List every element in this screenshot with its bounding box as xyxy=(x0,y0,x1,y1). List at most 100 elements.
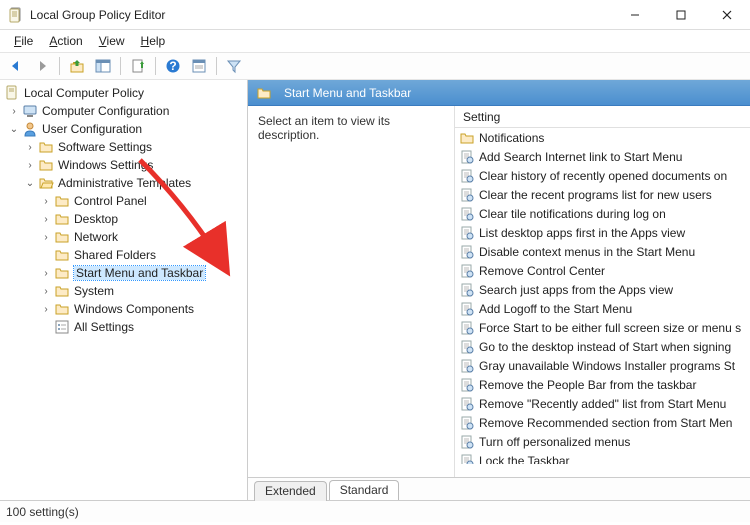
folder-icon xyxy=(54,211,70,227)
properties-button[interactable] xyxy=(187,55,211,77)
statusbar: 100 setting(s) xyxy=(0,500,750,522)
chevron-right-icon[interactable]: › xyxy=(40,195,52,207)
list-item-label: List desktop apps first in the Apps view xyxy=(479,226,685,240)
list-item[interactable]: Add Logoff to the Start Menu xyxy=(455,299,750,318)
list-item[interactable]: Gray unavailable Windows Installer progr… xyxy=(455,356,750,375)
minimize-button[interactable] xyxy=(612,0,658,30)
computer-icon xyxy=(22,103,38,119)
list-item[interactable]: Lock the Taskbar xyxy=(455,451,750,464)
tree-all-settings[interactable]: ›All Settings xyxy=(4,318,247,336)
tree-administrative-templates[interactable]: ⌄ Administrative Templates xyxy=(4,174,247,192)
list-item[interactable]: Search just apps from the Apps view xyxy=(455,280,750,299)
list-item-label: Remove Control Center xyxy=(479,264,605,278)
chevron-down-icon[interactable]: ⌄ xyxy=(24,177,36,189)
chevron-right-icon[interactable]: › xyxy=(40,231,52,243)
list-item[interactable]: Remove "Recently added" list from Start … xyxy=(455,394,750,413)
tree-control-panel[interactable]: ›Control Panel xyxy=(4,192,247,210)
tree-label: Network xyxy=(74,230,118,244)
list-item[interactable]: Clear tile notifications during log on xyxy=(455,204,750,223)
tree-label: Local Computer Policy xyxy=(24,86,144,100)
policy-setting-icon xyxy=(459,301,475,317)
tree-start-menu-and-taskbar[interactable]: ›Start Menu and Taskbar xyxy=(4,264,247,282)
tree-windows-settings[interactable]: › Windows Settings xyxy=(4,156,247,174)
maximize-button[interactable] xyxy=(658,0,704,30)
list-item-label: Search just apps from the Apps view xyxy=(479,283,673,297)
list-item[interactable]: Clear the recent programs list for new u… xyxy=(455,185,750,204)
export-list-button[interactable] xyxy=(126,55,150,77)
folder-icon xyxy=(54,301,70,317)
tree-network[interactable]: › Network xyxy=(4,228,247,246)
chevron-right-icon[interactable]: › xyxy=(24,159,36,171)
list-item-label: Notifications xyxy=(479,131,544,145)
settings-list-icon xyxy=(54,319,70,335)
list-item-label: Turn off personalized menus xyxy=(479,435,630,449)
list-item-label: Disable context menus in the Start Menu xyxy=(479,245,695,259)
filter-button[interactable] xyxy=(222,55,246,77)
titlebar: Local Group Policy Editor xyxy=(0,0,750,30)
policy-setting-icon xyxy=(459,187,475,203)
list-item[interactable]: Remove Recommended section from Start Me… xyxy=(455,413,750,432)
list-item[interactable]: Go to the desktop instead of Start when … xyxy=(455,337,750,356)
policy-setting-icon xyxy=(459,415,475,431)
list-item[interactable]: Notifications xyxy=(455,128,750,147)
list-item-label: Add Logoff to the Start Menu xyxy=(479,302,632,316)
menu-action[interactable]: Action xyxy=(41,32,90,50)
policy-setting-icon xyxy=(459,396,475,412)
tree-windows-components[interactable]: › Windows Components xyxy=(4,300,247,318)
show-hide-tree-button[interactable] xyxy=(91,55,115,77)
menu-view[interactable]: View xyxy=(91,32,133,50)
chevron-right-icon[interactable]: › xyxy=(40,213,52,225)
list-item[interactable]: Remove the People Bar from the taskbar xyxy=(455,375,750,394)
policy-setting-icon xyxy=(459,377,475,393)
tree-shared-folders[interactable]: ›Shared Folders xyxy=(4,246,247,264)
list-item-label: Remove the People Bar from the taskbar xyxy=(479,378,696,392)
column-header-setting[interactable]: Setting xyxy=(455,106,750,128)
user-icon xyxy=(22,121,38,137)
chevron-right-icon[interactable]: › xyxy=(8,105,20,117)
tree-user-configuration[interactable]: ⌄ User Configuration xyxy=(4,120,247,138)
help-button[interactable]: ? xyxy=(161,55,185,77)
tree-label: Windows Components xyxy=(74,302,194,316)
chevron-right-icon[interactable]: › xyxy=(40,267,52,279)
policy-setting-icon xyxy=(459,320,475,336)
tree-system[interactable]: › System xyxy=(4,282,247,300)
tree-label: Administrative Templates xyxy=(58,176,191,190)
tree-desktop[interactable]: › Desktop xyxy=(4,210,247,228)
toolbar-separator xyxy=(59,57,60,75)
tab-extended[interactable]: Extended xyxy=(254,481,327,501)
policy-setting-icon xyxy=(459,225,475,241)
tree-label: Desktop xyxy=(74,212,118,226)
tree-label: Software Settings xyxy=(58,140,152,154)
list-item[interactable]: Add Search Internet link to Start Menu xyxy=(455,147,750,166)
policy-setting-icon xyxy=(459,358,475,374)
menu-file[interactable]: File xyxy=(6,32,41,50)
chevron-down-icon[interactable]: ⌄ xyxy=(8,123,20,135)
menu-help[interactable]: Help xyxy=(133,32,174,50)
tree-computer-configuration[interactable]: › Computer Configuration xyxy=(4,102,247,120)
list-item[interactable]: Force Start to be either full screen siz… xyxy=(455,318,750,337)
list-item[interactable]: Turn off personalized menus xyxy=(455,432,750,451)
list-item-label: Clear the recent programs list for new u… xyxy=(479,188,712,202)
content-pane: Start Menu and Taskbar Select an item to… xyxy=(248,80,750,500)
close-button[interactable] xyxy=(704,0,750,30)
list-item-label: Force Start to be either full screen siz… xyxy=(479,321,741,335)
list-item[interactable]: Disable context menus in the Start Menu xyxy=(455,242,750,261)
forward-button[interactable] xyxy=(30,55,54,77)
folder-icon xyxy=(54,247,70,263)
tree-label: Windows Settings xyxy=(58,158,153,172)
list-item[interactable]: List desktop apps first in the Apps view xyxy=(455,223,750,242)
list-item[interactable]: Clear history of recently opened documen… xyxy=(455,166,750,185)
chevron-right-icon[interactable]: › xyxy=(24,141,36,153)
list-item-label: Go to the desktop instead of Start when … xyxy=(479,340,731,354)
chevron-right-icon[interactable]: › xyxy=(40,303,52,315)
tree-root-local-computer-policy[interactable]: Local Computer Policy xyxy=(4,84,247,102)
tree-label: System xyxy=(74,284,114,298)
back-button[interactable] xyxy=(4,55,28,77)
folder-icon xyxy=(54,283,70,299)
list-item[interactable]: Remove Control Center xyxy=(455,261,750,280)
up-button[interactable] xyxy=(65,55,89,77)
content-header: Start Menu and Taskbar xyxy=(248,80,750,106)
tab-standard[interactable]: Standard xyxy=(329,480,400,500)
chevron-right-icon[interactable]: › xyxy=(40,285,52,297)
tree-software-settings[interactable]: › Software Settings xyxy=(4,138,247,156)
